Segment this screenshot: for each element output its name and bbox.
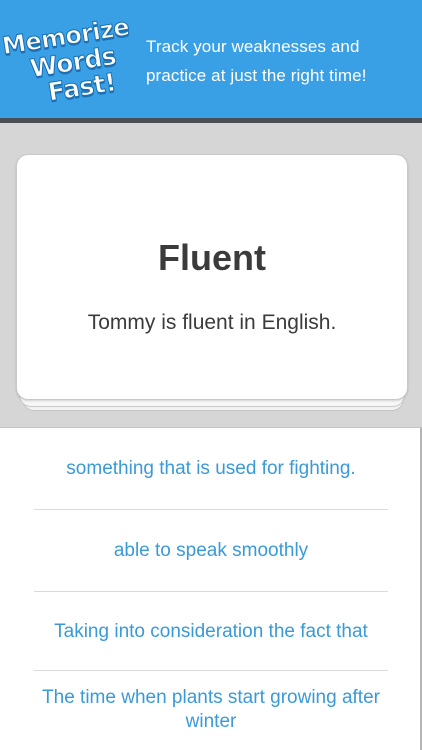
answer-option-4[interactable]: The time when plants start growing after…	[0, 686, 422, 734]
answer-option-1[interactable]: something that is used for fighting.	[0, 457, 422, 481]
answer-option-2[interactable]: able to speak smoothly	[0, 539, 422, 563]
answer-options: something that is used for fighting. abl…	[0, 428, 422, 750]
flashcard-example-sentence: Tommy is fluent in English.	[87, 311, 337, 334]
flashcard-word: Fluent	[158, 237, 266, 278]
tagline-line-2: practice at just the right time!	[146, 66, 367, 85]
tagline-line-1: Track your weaknesses and	[146, 37, 360, 56]
tagline: Track your weaknesses and practice at ju…	[146, 32, 416, 90]
option-divider	[34, 591, 388, 592]
answer-option-3[interactable]: Taking into consideration the fact that	[0, 620, 422, 644]
flashcard[interactable]: Fluent Tommy is fluent in English.	[16, 154, 408, 400]
promo-banner: Memorize Words Fast! Track your weakness…	[0, 0, 422, 118]
option-divider	[34, 670, 388, 671]
option-divider	[34, 509, 388, 510]
app-logo: Memorize Words Fast!	[0, 12, 144, 116]
